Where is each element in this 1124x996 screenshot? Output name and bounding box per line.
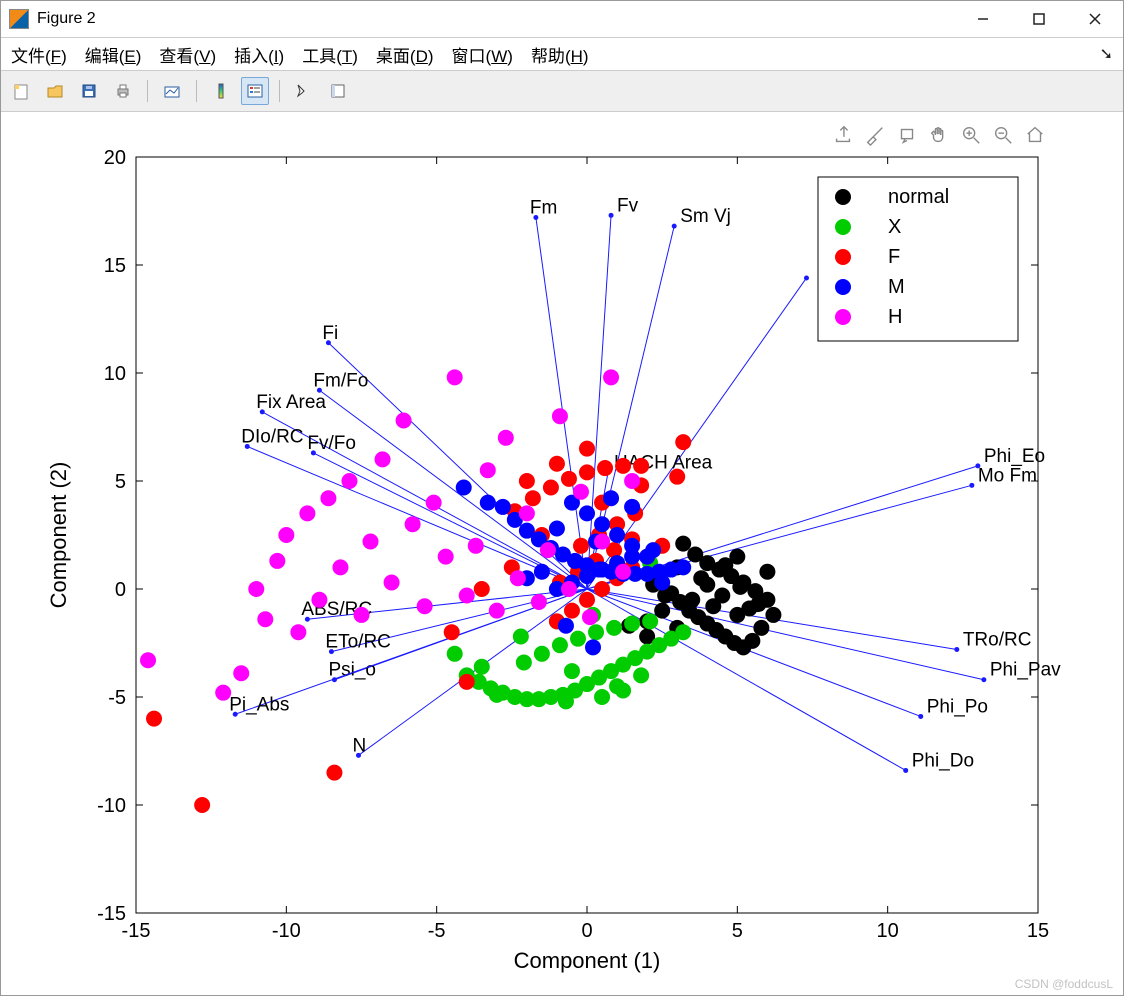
biplot-chart[interactable]: -15-10-5051015-15-10-505101520Component … [1, 112, 1123, 996]
svg-text:Mo Fm: Mo Fm [978, 465, 1037, 486]
svg-text:X: X [888, 216, 901, 238]
new-figure-button[interactable] [7, 77, 35, 105]
print-button[interactable] [109, 77, 137, 105]
menu-help[interactable]: 帮助(H) [531, 42, 589, 67]
menu-view[interactable]: 查看(V) [159, 42, 216, 67]
svg-text:Fv: Fv [617, 195, 639, 216]
save-button[interactable] [75, 77, 103, 105]
svg-text:TRo/RC: TRo/RC [963, 629, 1032, 650]
svg-text:Phi_Po: Phi_Po [927, 696, 988, 717]
svg-text:5: 5 [732, 920, 743, 942]
title-bar: Figure 2 [1, 1, 1123, 38]
dock-arrow-icon[interactable]: ➘ [1100, 44, 1113, 64]
svg-text:Fix Area: Fix Area [256, 392, 326, 413]
svg-text:-15: -15 [97, 903, 126, 925]
svg-text:Component (2): Component (2) [46, 462, 71, 609]
svg-text:Phi_Pav: Phi_Pav [990, 660, 1061, 681]
menu-tools[interactable]: 工具(T) [302, 42, 358, 67]
menu-window[interactable]: 窗口(W) [452, 42, 513, 67]
figure-toolbar [1, 71, 1123, 112]
svg-text:0: 0 [115, 579, 126, 601]
svg-text:15: 15 [104, 255, 126, 277]
svg-text:Psi_o: Psi_o [328, 660, 376, 681]
svg-text:20: 20 [104, 147, 126, 169]
svg-text:5: 5 [115, 471, 126, 493]
window-title: Figure 2 [37, 10, 96, 28]
minimize-button[interactable] [955, 1, 1011, 37]
colorbar-button[interactable] [207, 77, 235, 105]
svg-text:Pi_Abs: Pi_Abs [229, 694, 289, 715]
svg-text:Phi_Do: Phi_Do [912, 750, 974, 771]
svg-text:Phi_Eo: Phi_Eo [984, 446, 1045, 467]
property-editor-button[interactable] [324, 77, 352, 105]
maximize-button[interactable] [1011, 1, 1067, 37]
svg-text:-5: -5 [428, 920, 446, 942]
matlab-icon [9, 9, 29, 29]
menu-insert[interactable]: 插入(I) [234, 42, 284, 67]
svg-text:ETo/RC: ETo/RC [325, 632, 390, 653]
svg-text:F: F [888, 246, 900, 268]
svg-text:0: 0 [581, 920, 592, 942]
svg-text:Fv/Fo: Fv/Fo [307, 433, 356, 454]
svg-text:-10: -10 [97, 795, 126, 817]
svg-text:Component (1): Component (1) [514, 948, 661, 973]
edit-plot-button[interactable] [290, 77, 318, 105]
watermark-text: CSDN @foddcusL [1015, 977, 1113, 991]
svg-text:DIo/RC: DIo/RC [241, 426, 303, 447]
plot-area: -15-10-5051015-15-10-505101520Component … [1, 112, 1123, 995]
legend-button[interactable] [241, 77, 269, 105]
menu-desktop[interactable]: 桌面(D) [376, 42, 434, 67]
close-button[interactable] [1067, 1, 1123, 37]
svg-text:normal: normal [888, 186, 949, 208]
menu-bar: 文件(F) 编辑(E) 查看(V) 插入(I) 工具(T) 桌面(D) 窗口(W… [1, 38, 1123, 71]
svg-text:10: 10 [877, 920, 899, 942]
menu-file[interactable]: 文件(F) [11, 42, 67, 67]
svg-text:Fi: Fi [322, 323, 338, 344]
svg-text:10: 10 [104, 363, 126, 385]
svg-text:M: M [888, 276, 905, 298]
svg-text:-10: -10 [272, 920, 301, 942]
svg-text:N: N [352, 735, 366, 756]
svg-text:Sm Vj: Sm Vj [680, 206, 731, 227]
svg-text:-5: -5 [108, 687, 126, 709]
svg-text:Fm/Fo: Fm/Fo [313, 370, 368, 391]
menu-edit[interactable]: 编辑(E) [85, 42, 142, 67]
svg-text:15: 15 [1027, 920, 1049, 942]
svg-text:H: H [888, 306, 902, 328]
open-button[interactable] [41, 77, 69, 105]
link-plot-button[interactable] [158, 77, 186, 105]
svg-text:Fm: Fm [530, 197, 557, 218]
